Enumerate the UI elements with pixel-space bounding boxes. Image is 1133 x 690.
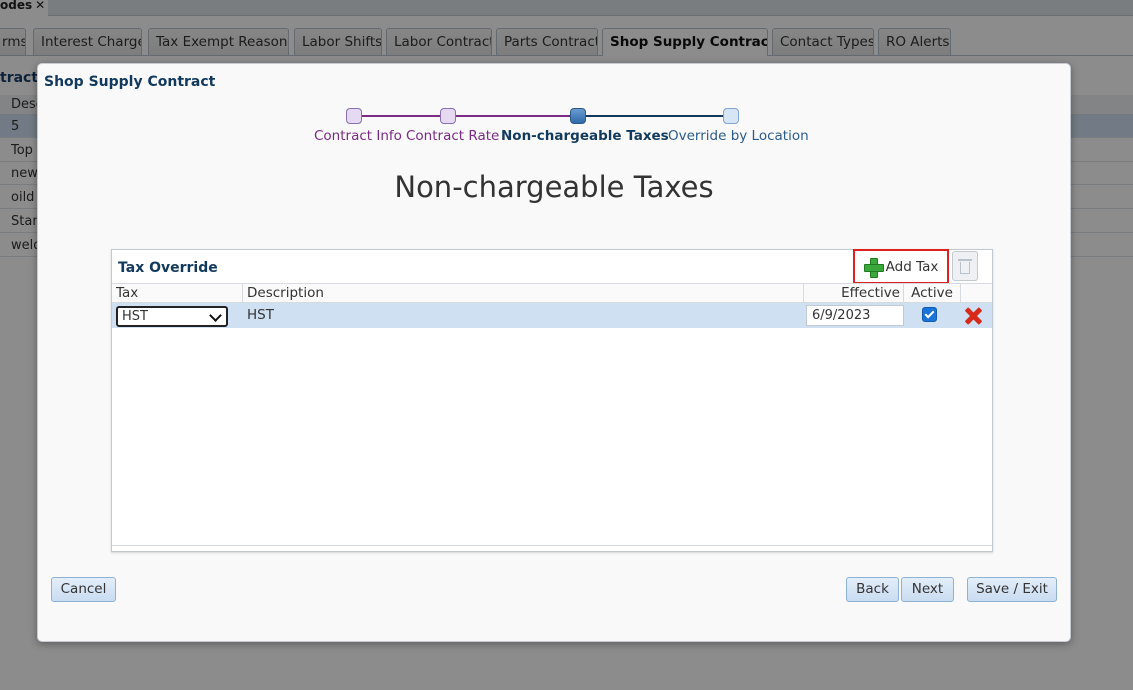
tax-select-value: HST [122,309,148,324]
column-header-active[interactable]: Active [904,284,961,303]
back-button[interactable]: Back [846,577,899,602]
description-cell: HST [247,307,274,323]
column-header-description[interactable]: Description [243,284,804,303]
table-row[interactable]: HST HST 6/9/2023 [112,303,992,328]
column-header-effective[interactable]: Effective [804,284,904,303]
step-node-contract-info[interactable] [346,108,362,124]
step-node-override-by-location[interactable] [723,108,739,124]
step-node-contract-rate[interactable] [440,108,456,124]
tax-override-panel: Tax Override Add Tax Tax Description Eff… [111,249,993,552]
delete-row-icon[interactable] [964,307,982,325]
wizard-dialog: Shop Supply Contract Contract Info Contr… [37,63,1071,642]
add-tax-button[interactable]: Add Tax [853,249,949,284]
wizard-stepper: Contract Info Contract Rate Non-chargeab… [38,64,1070,154]
page-heading: Non-chargeable Taxes [394,170,714,204]
column-header-actions [961,284,992,303]
save-exit-button[interactable]: Save / Exit [967,577,1057,602]
trash-icon [958,258,972,274]
add-tax-label: Add Tax [885,258,939,275]
tax-select[interactable]: HST [116,306,228,327]
panel-footer-divider [112,545,992,546]
chevron-down-icon [209,309,222,322]
active-checkbox[interactable] [922,307,937,322]
column-header-tax[interactable]: Tax [112,284,243,303]
step-connector [362,115,448,117]
cancel-button[interactable]: Cancel [51,577,116,602]
step-connector [586,115,723,117]
step-label-contract-rate[interactable]: Contract Rate [406,128,499,144]
step-connector [456,115,571,117]
delete-selected-button[interactable] [952,251,978,281]
effective-date-input[interactable]: 6/9/2023 [806,305,904,326]
next-button[interactable]: Next [901,577,954,602]
plus-icon [863,257,884,278]
grid-header: Tax Description Effective Active [112,283,992,303]
checkmark-icon [924,308,935,319]
step-label-override-by-location[interactable]: Override by Location [668,128,809,144]
step-node-non-chargeable-taxes[interactable] [570,108,586,124]
step-label-contract-info[interactable]: Contract Info [314,128,402,144]
step-label-non-chargeable-taxes[interactable]: Non-chargeable Taxes [501,128,669,144]
panel-title: Tax Override [118,260,218,276]
